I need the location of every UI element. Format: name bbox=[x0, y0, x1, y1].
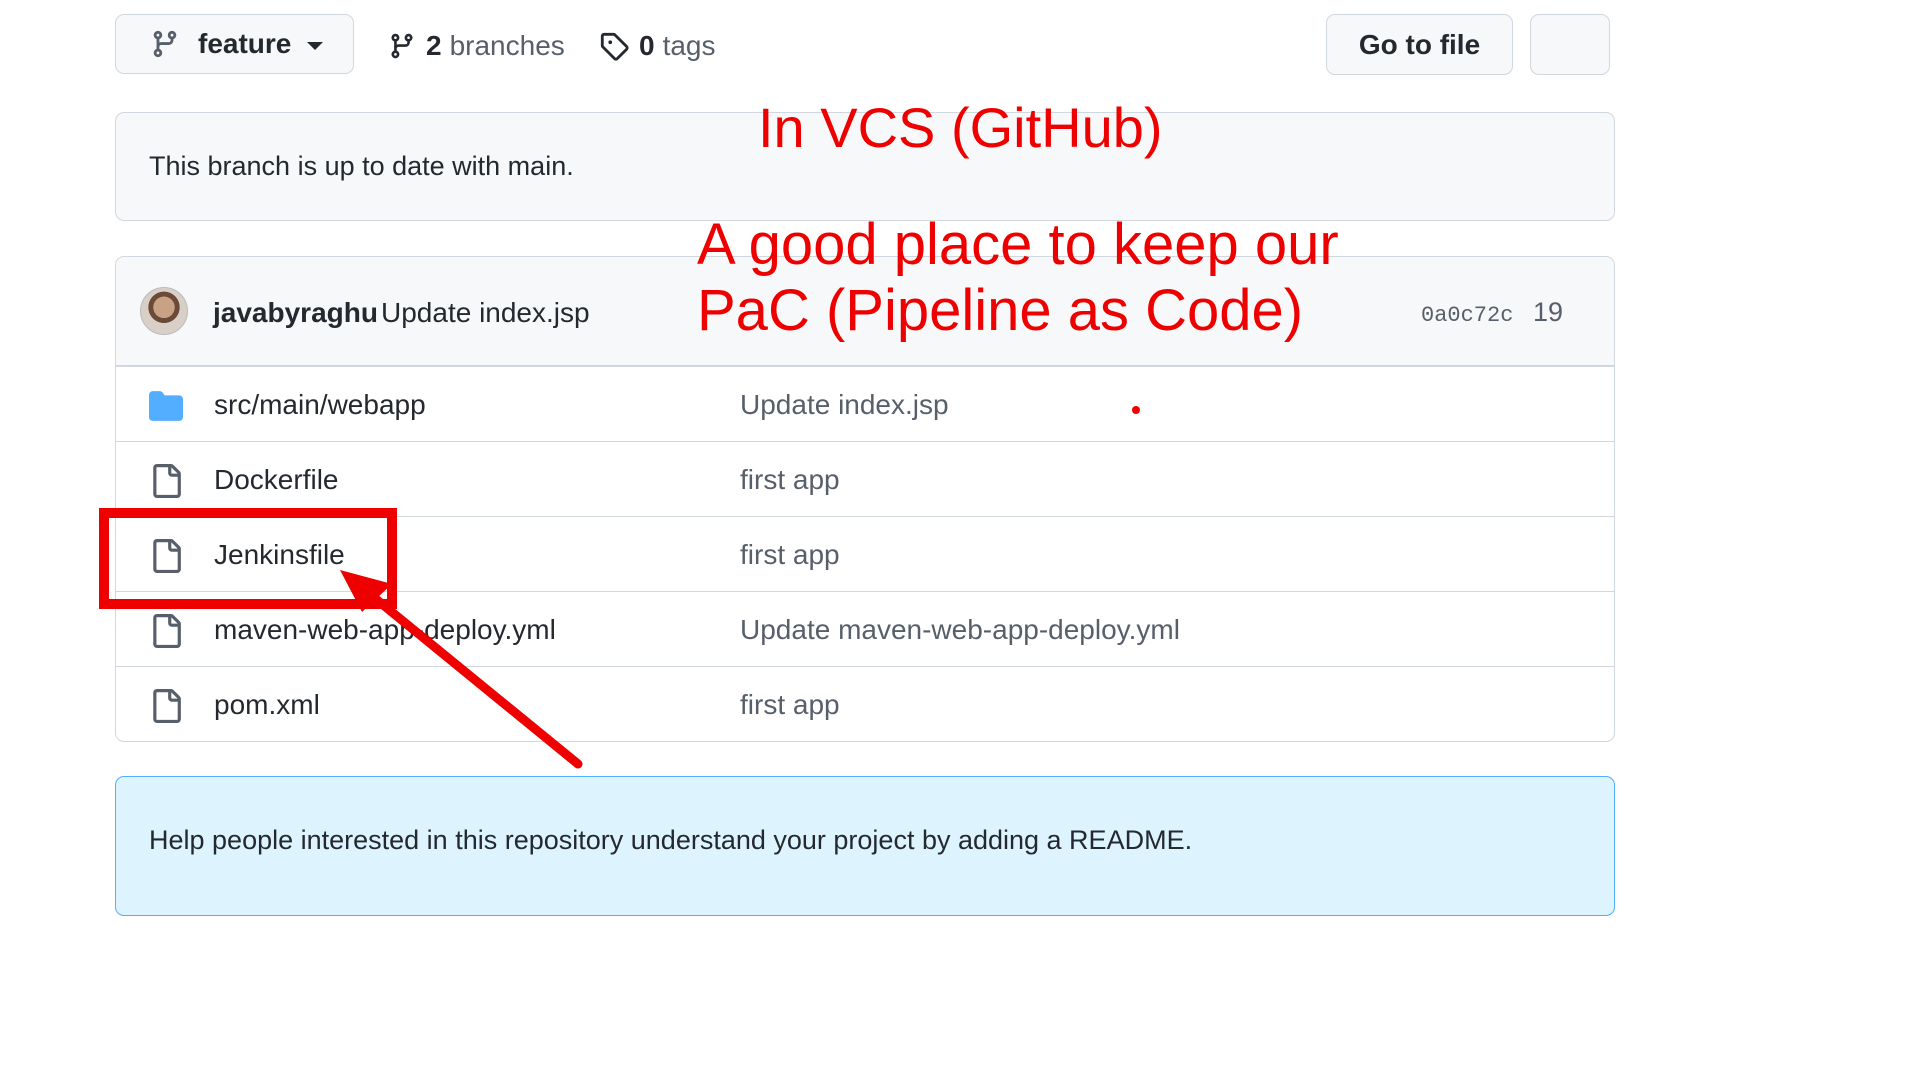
annotation-arrow-icon bbox=[340, 570, 583, 769]
